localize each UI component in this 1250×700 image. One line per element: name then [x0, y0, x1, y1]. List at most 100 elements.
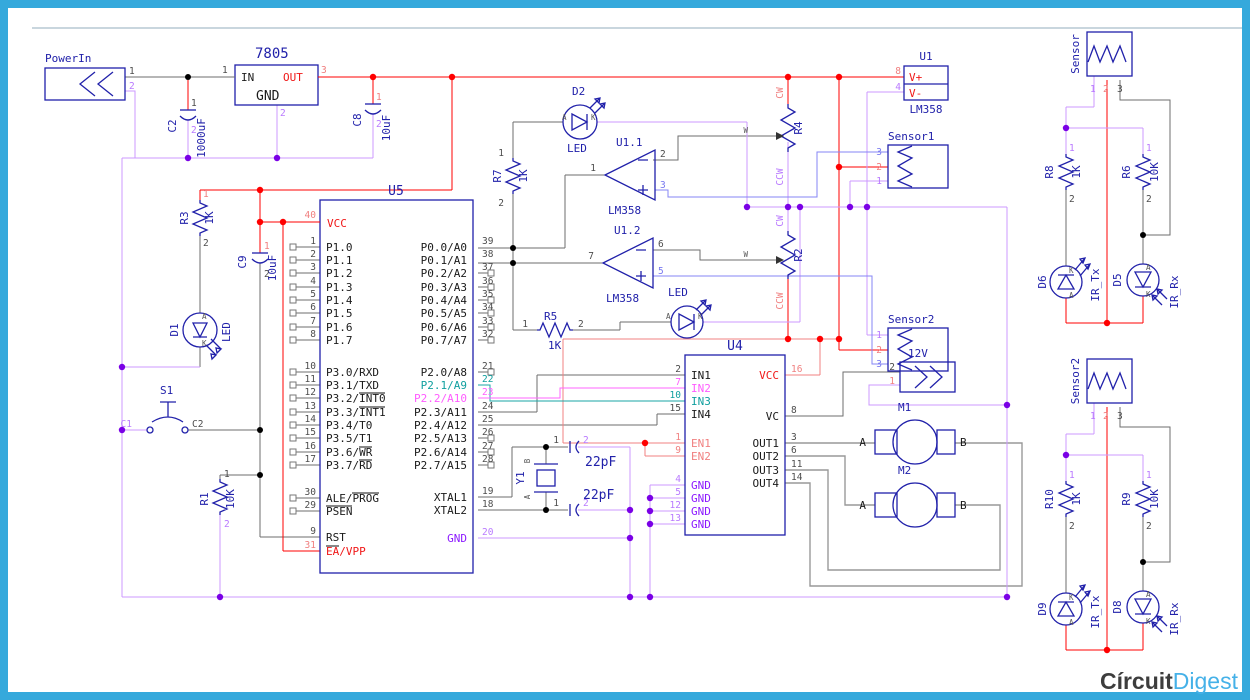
svg-text:D6: D6 [1036, 275, 1049, 288]
led-d5-ir-rx: A K D5 IR_Rx [1111, 263, 1181, 309]
opamp-u1-2: U1.2 LM358 7 6 5 [588, 224, 664, 305]
ref-label: U5 [388, 184, 404, 199]
pot-r4: W CW CCW R4 [743, 87, 805, 186]
pin-number: 2 [876, 162, 882, 173]
svg-text:K: K [1146, 290, 1151, 299]
anode-label: A [202, 312, 207, 321]
svg-text:2: 2 [1146, 521, 1152, 532]
svg-text:D5: D5 [1111, 273, 1124, 286]
svg-text:IR_Rx: IR_Rx [1168, 275, 1181, 308]
switch-s1: S1 C1 C2 [121, 384, 204, 433]
pin-number: 2 [660, 149, 666, 160]
ref-label: M1 [898, 401, 911, 414]
cap-c2: C2 1000uF 1 2 [166, 98, 208, 158]
power-in-connector: PowerIn 1 2 [45, 52, 135, 100]
value-label: 1K [203, 211, 216, 225]
terminal-label: B [960, 499, 967, 512]
svg-text:K: K [1146, 617, 1151, 626]
led-indicator-2: A K LED [666, 286, 711, 338]
pot-r2: W CW CCW R2 [743, 215, 805, 310]
svg-text:2: 2 [1146, 194, 1152, 205]
ref-label: R7 [491, 169, 504, 182]
pin-number: 2 [889, 362, 895, 373]
resistor-r9: R9 10K 1 2 [1120, 470, 1161, 532]
resistor-r5: R5 1K 1 2 [522, 310, 583, 352]
pin-label: V+ [909, 71, 923, 84]
pin-row: 1P1.0 [310, 236, 352, 254]
ref-label: M2 [898, 464, 911, 477]
ref-label: R1 [198, 492, 211, 505]
ref-label: S1 [160, 384, 173, 397]
motor-driver-u4: U4 2IN1 7IN2 10IN3 15IN4 1EN1 9EN2 4GND … [670, 339, 803, 535]
resistor-r10: R10 1K 1 2 [1043, 470, 1083, 532]
cathode-label: K [591, 113, 596, 122]
pin-number: 1 [876, 330, 882, 341]
pin-number: 2 [1103, 84, 1109, 95]
resistor-r6: R6 10K 1 2 [1120, 143, 1161, 205]
svg-text:1: 1 [1146, 470, 1152, 481]
ref-label: C9 [236, 255, 249, 268]
svg-text:1K: 1K [1070, 492, 1083, 506]
ref-label: D2 [572, 85, 585, 98]
svg-text:R8: R8 [1043, 165, 1056, 178]
resistor-r7: R7 1K 1 2 [491, 148, 530, 209]
pin-number: 7 [588, 251, 594, 262]
connector-label: Sensor1 [888, 130, 934, 143]
svg-text:10K: 10K [1148, 489, 1161, 509]
pin-number: 1 [590, 163, 596, 174]
ref-label: U4 [727, 339, 743, 354]
pin-number: 1 [191, 98, 197, 109]
connector-sensor1: Sensor1 3 2 1 [876, 130, 948, 188]
pin-number: 1 [224, 469, 230, 480]
pin-number: 8 [895, 66, 901, 77]
led-d9-ir-tx: K A D9 IR_Tx [1036, 585, 1102, 629]
pin-row: VCC16 [759, 364, 803, 382]
ref-label: U1.2 [614, 224, 641, 237]
connector-label: Sensor2 [888, 313, 934, 326]
svg-text:1: 1 [1069, 470, 1075, 481]
pin-row: 40VCC [305, 210, 347, 230]
connector-label: Sensor [1069, 34, 1082, 74]
pin-number: 1 [264, 241, 270, 252]
svg-text:1: 1 [1146, 143, 1152, 154]
ref-label: U1 [919, 50, 932, 63]
led-d2: A K D2 LED [562, 85, 605, 155]
ref-label: C2 [166, 119, 179, 132]
pin-number: 3 [876, 359, 882, 370]
svg-text:1: 1 [1069, 143, 1075, 154]
svg-text:D8: D8 [1111, 600, 1124, 613]
anode-label: A [562, 113, 567, 122]
pin-row: GND20 [447, 527, 494, 545]
pin-number: 5 [658, 266, 664, 277]
pin-number: 3 [876, 147, 882, 158]
svg-text:K: K [1069, 593, 1074, 602]
terminal-label: A [859, 499, 866, 512]
wiper-label: W [743, 126, 748, 135]
svg-text:A: A [1069, 291, 1074, 300]
pin-number: 2 [224, 519, 230, 530]
svg-text:A: A [1146, 590, 1151, 599]
pin-number: 1 [889, 376, 895, 387]
ccw-label: CCW [775, 292, 786, 309]
svg-text:D9: D9 [1036, 602, 1049, 615]
pin-label: IN [241, 71, 254, 84]
pin-number: 2 [583, 435, 589, 446]
crystal-y1: Y1 B A [514, 458, 558, 499]
ref-label: R2 [792, 248, 805, 261]
svg-text:A: A [1069, 618, 1074, 627]
value-label: 22pF [583, 488, 614, 503]
pin-number: 1 [553, 498, 559, 509]
svg-text:R9: R9 [1120, 492, 1133, 505]
ref-label: R5 [544, 310, 557, 323]
pin-number: 1 [553, 435, 559, 446]
pin-number: 2 [498, 198, 504, 209]
value-label: 1K [548, 339, 562, 352]
type-label: LED [567, 142, 587, 155]
ref-label: R3 [178, 211, 191, 224]
motor-m2: M2 A B [859, 464, 967, 527]
terminal-label: B [960, 436, 967, 449]
pin-label: A [523, 494, 532, 499]
pin-number: 2 [578, 319, 584, 330]
connector-label: Sensor2 [1069, 358, 1082, 404]
led-d6-ir-tx: K A D6 IR_Tx [1036, 258, 1102, 302]
